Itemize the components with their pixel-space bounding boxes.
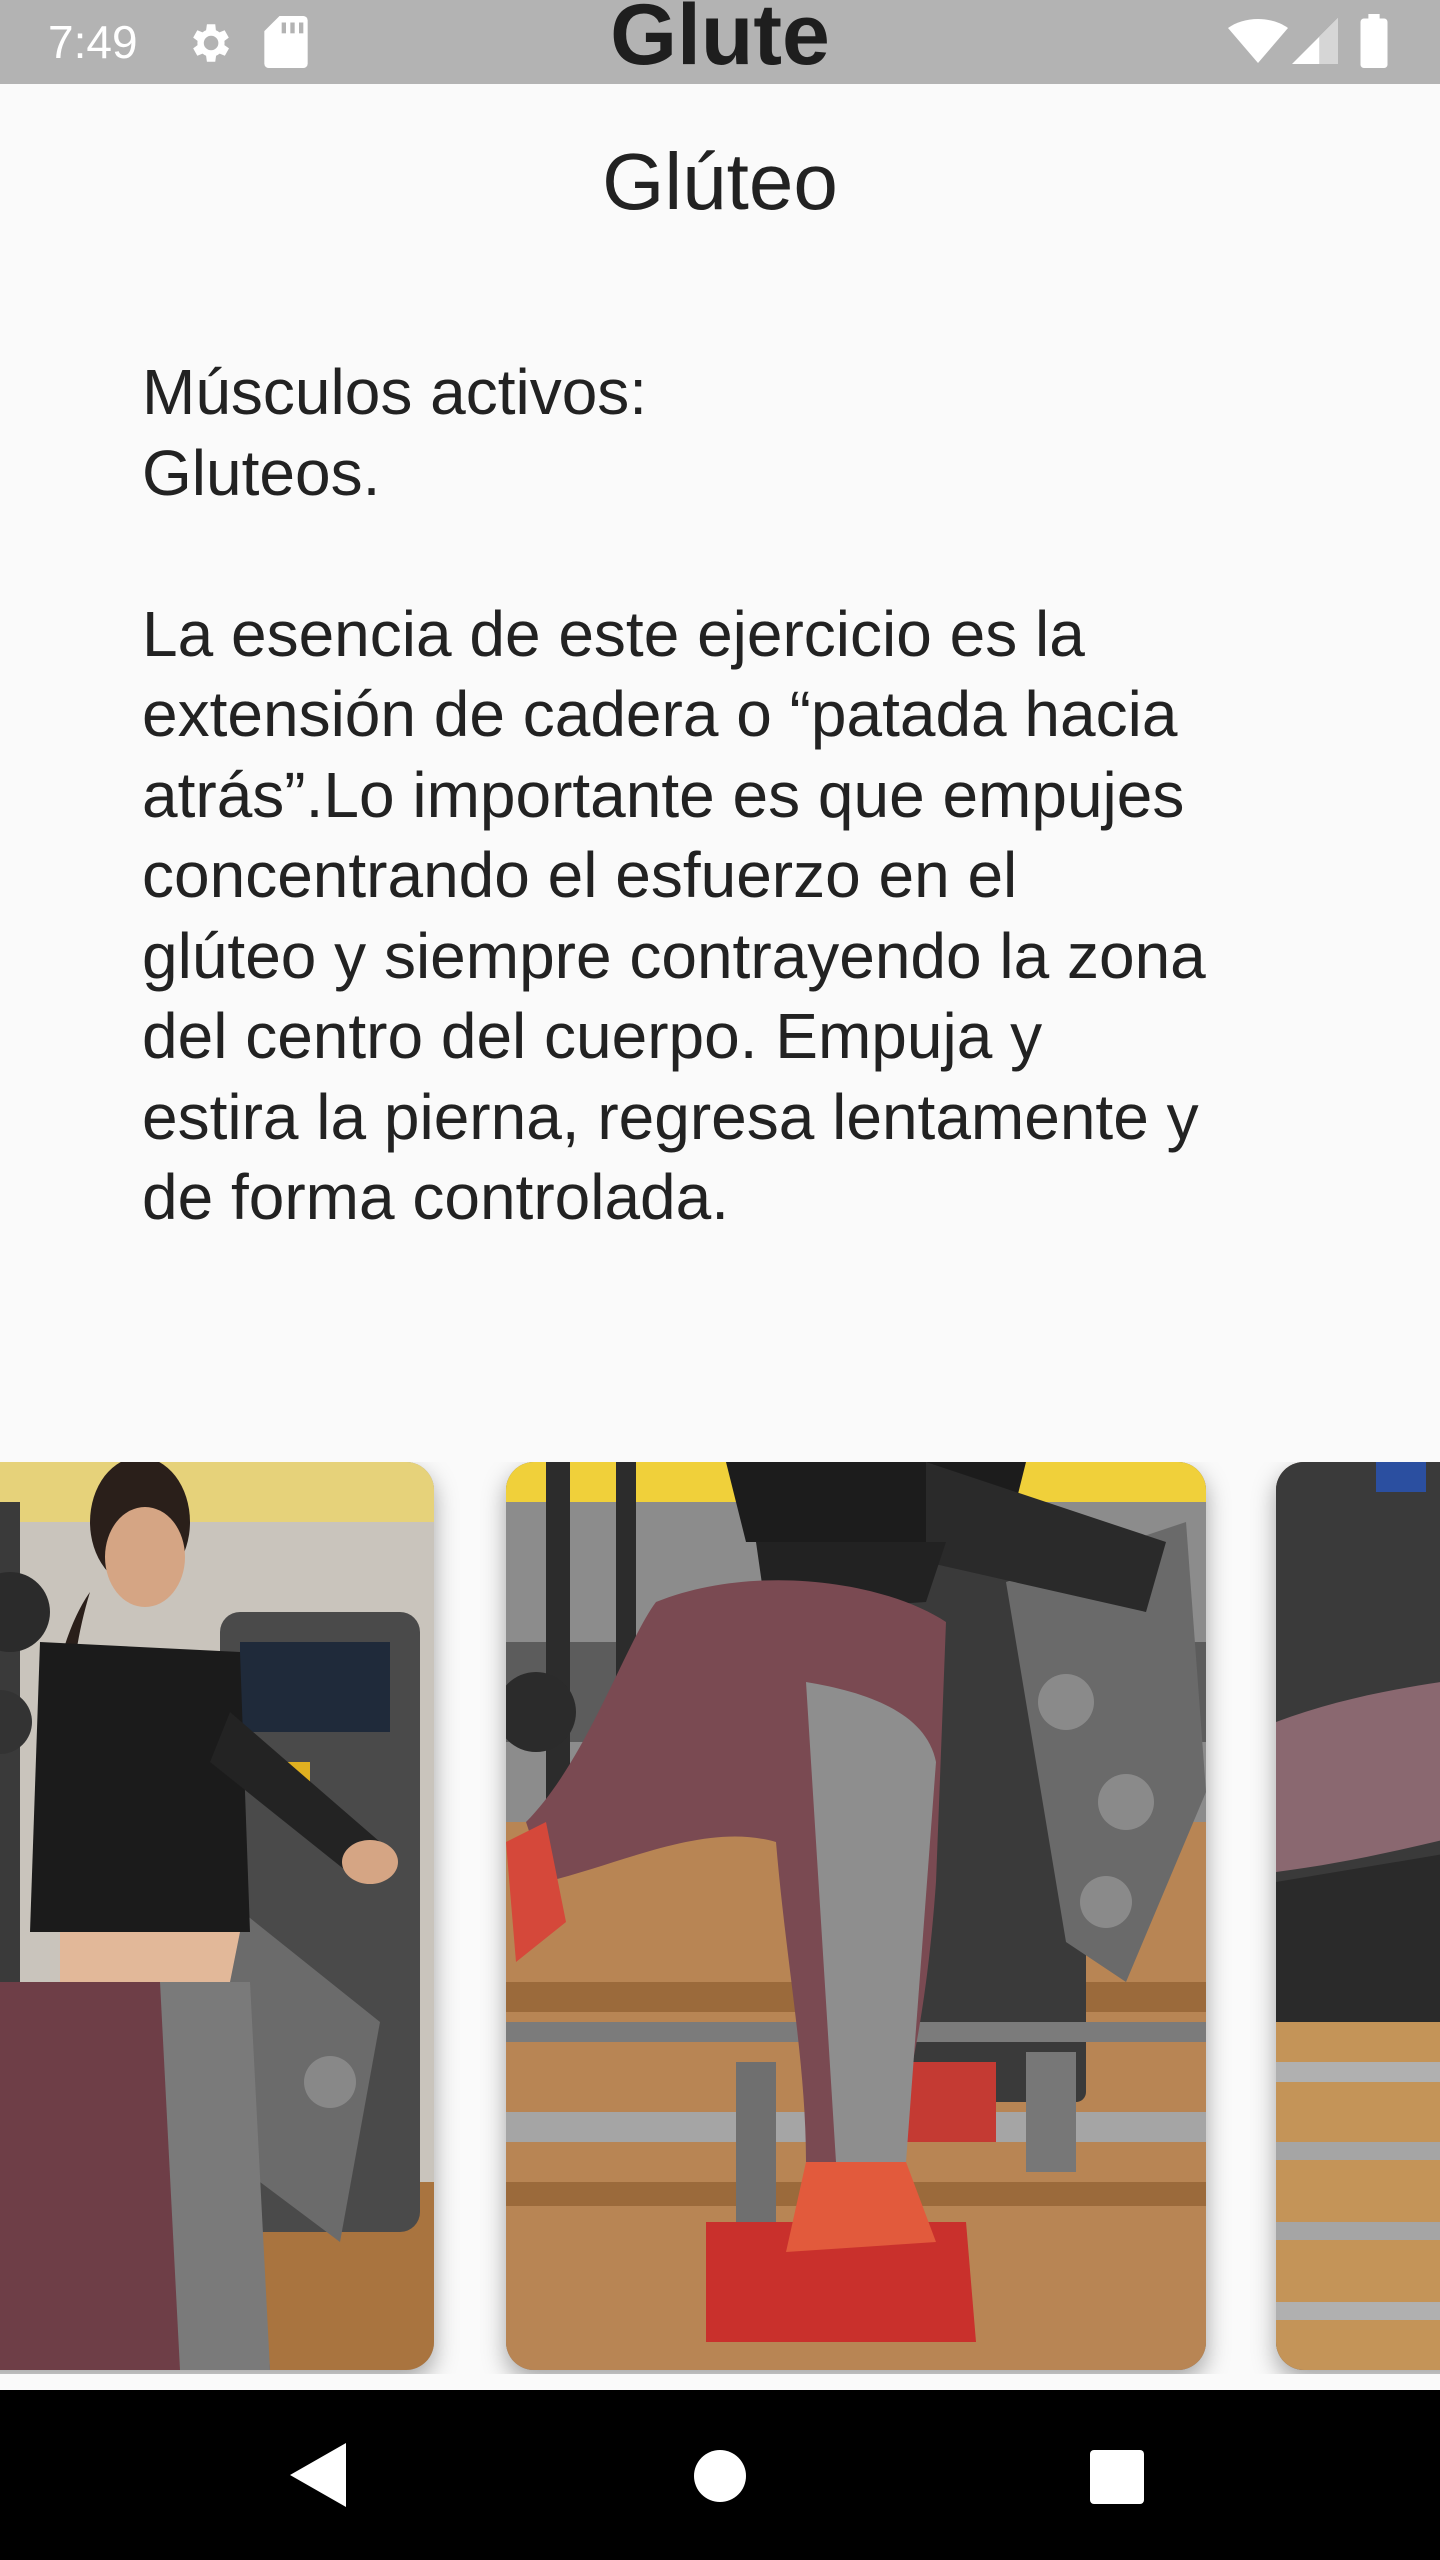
battery-icon <box>1360 14 1388 68</box>
recents-icon[interactable] <box>1090 2450 1144 2504</box>
exercise-description: Músculos activos: Gluteos. La esencia de… <box>142 356 1206 1233</box>
photo-carousel[interactable] <box>0 1462 1440 2374</box>
cell-signal-icon <box>1292 18 1338 64</box>
exercise-photo-card[interactable] <box>1276 1462 1440 2370</box>
exercise-photo-2 <box>506 1462 1206 2370</box>
page-title: Glúteo <box>602 137 838 226</box>
exercise-photo-1 <box>0 1462 434 2370</box>
home-icon[interactable] <box>694 2450 746 2502</box>
exercise-photo-card[interactable] <box>506 1462 1206 2370</box>
back-icon[interactable] <box>290 2442 346 2508</box>
navigation-bar <box>0 2390 1440 2560</box>
wifi-icon <box>1228 18 1288 63</box>
status-bar: 7:49 Glute <box>0 0 1440 84</box>
app-title: Glute <box>610 0 830 74</box>
exercise-photo-card[interactable] <box>0 1462 434 2370</box>
exercise-photo-3 <box>1276 1462 1440 2370</box>
